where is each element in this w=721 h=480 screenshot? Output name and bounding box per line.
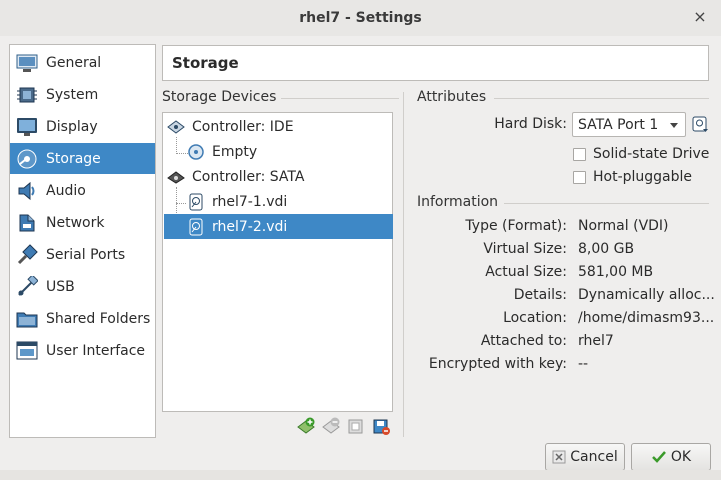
info-value-encrypted: -- xyxy=(578,356,589,372)
hard-disk-select-value: SATA Port 1 xyxy=(578,116,659,133)
info-key-details: Details: xyxy=(513,287,567,303)
info-value-actual-size: 581,00 MB xyxy=(578,264,654,280)
sidebar-item-label: Storage xyxy=(46,150,101,167)
sidebar-item-label: Network xyxy=(46,214,105,231)
sidebar-item-system[interactable]: System xyxy=(10,79,155,110)
serial-ports-icon xyxy=(14,243,40,267)
info-value-attached-to: rhel7 xyxy=(578,333,614,349)
section-divider xyxy=(504,203,709,204)
storage-toolbar xyxy=(296,416,390,436)
controller-icon xyxy=(166,167,186,187)
hot-pluggable-label: Hot-pluggable xyxy=(593,169,693,185)
sidebar-item-label: Audio xyxy=(46,182,86,199)
information-title: Information xyxy=(417,194,499,210)
tree-item-label: rhel7-2.vdi xyxy=(212,218,288,235)
sidebar-item-display[interactable]: Display xyxy=(10,111,155,142)
info-key-virtual-size: Virtual Size: xyxy=(483,241,567,257)
sidebar-item-label: USB xyxy=(46,278,75,295)
tree-item-label: Controller: SATA xyxy=(192,168,305,185)
attributes-title: Attributes xyxy=(417,89,487,105)
storage-devices-title: Storage Devices xyxy=(162,89,277,105)
hard-disk-icon xyxy=(186,217,206,237)
close-icon[interactable]: × xyxy=(691,8,709,26)
controller-icon xyxy=(166,117,186,137)
audio-icon xyxy=(14,179,40,203)
hard-disk-select[interactable]: SATA Port 1 xyxy=(572,112,686,137)
info-key-actual-size: Actual Size: xyxy=(485,264,567,280)
sidebar-item-shared-folders[interactable]: Shared Folders xyxy=(10,303,155,334)
info-value-type: Normal (VDI) xyxy=(578,218,669,234)
hard-disk-icon xyxy=(186,192,206,212)
sidebar-item-network[interactable]: Network xyxy=(10,207,155,238)
choose-disk-icon[interactable] xyxy=(690,114,710,134)
sidebar-item-label: Serial Ports xyxy=(46,246,126,263)
tree-item-rhel7-2-vdi[interactable]: rhel7-2.vdi xyxy=(164,214,393,239)
section-divider xyxy=(281,98,399,99)
display-icon xyxy=(14,115,40,139)
sidebar-item-label: General xyxy=(46,54,102,71)
window-title: rhel7 - Settings xyxy=(299,10,422,26)
chevron-down-icon xyxy=(670,123,678,128)
cancel-label: Cancel xyxy=(570,449,618,465)
background-window-strip xyxy=(0,470,721,480)
sidebar-item-label: Display xyxy=(46,118,98,135)
tree-item-label: Empty xyxy=(212,143,258,160)
info-key-attached-to: Attached to: xyxy=(480,333,567,349)
sidebar-item-storage[interactable]: Storage xyxy=(10,143,155,174)
info-value-location: /home/dimasm93... xyxy=(578,310,715,326)
info-key-location: Location: xyxy=(503,310,567,326)
add-controller-icon[interactable] xyxy=(296,416,315,435)
network-icon xyxy=(14,211,40,235)
sidebar-item-label: User Interface xyxy=(46,342,146,359)
section-divider xyxy=(494,98,709,99)
info-value-virtual-size: 8,00 GB xyxy=(578,241,635,257)
usb-icon xyxy=(14,275,40,299)
sidebar-item-user-interface[interactable]: User Interface xyxy=(10,335,155,366)
tree-item-rhel7-1-vdi[interactable]: rhel7-1.vdi xyxy=(164,189,393,214)
sidebar-item-audio[interactable]: Audio xyxy=(10,175,155,206)
checkmark-icon xyxy=(651,450,667,464)
add-attachment-icon[interactable] xyxy=(346,416,365,435)
hard-disk-label: Hard Disk: xyxy=(494,116,567,132)
ok-label: OK xyxy=(670,449,692,465)
solid-state-drive-label: Solid-state Drive xyxy=(593,146,710,162)
system-icon xyxy=(14,83,40,107)
remove-attachment-icon[interactable] xyxy=(371,416,390,435)
tree-item-empty-optical[interactable]: Empty xyxy=(164,139,393,164)
optical-disc-icon xyxy=(186,142,206,162)
tree-item-controller-ide[interactable]: Controller: IDE xyxy=(164,114,393,139)
info-key-type: Type (Format): xyxy=(465,218,567,234)
tree-item-label: Controller: IDE xyxy=(192,118,294,135)
info-key-encrypted: Encrypted with key: xyxy=(428,356,567,372)
checkbox-box xyxy=(573,170,586,184)
checkbox-box xyxy=(573,147,586,161)
hot-pluggable-checkbox[interactable]: Hot-pluggable xyxy=(573,169,692,185)
shared-folders-icon xyxy=(14,307,40,331)
title-bar: rhel7 - Settings × xyxy=(0,0,721,36)
sidebar-item-usb[interactable]: USB xyxy=(10,271,155,302)
ok-button[interactable]: OK xyxy=(631,443,711,471)
solid-state-drive-checkbox[interactable]: Solid-state Drive xyxy=(573,146,709,162)
cancel-icon xyxy=(552,450,566,464)
storage-tree[interactable]: Controller: IDE Empty Controller: SATA r… xyxy=(162,112,393,412)
page-title: Storage xyxy=(162,45,709,81)
sidebar-item-general[interactable]: General xyxy=(10,47,155,78)
cancel-button[interactable]: Cancel xyxy=(545,443,625,471)
settings-sidebar: General System Display Storage Audio Net… xyxy=(9,44,156,438)
general-icon xyxy=(14,51,40,75)
tree-item-label: rhel7-1.vdi xyxy=(212,193,288,210)
tree-item-controller-sata[interactable]: Controller: SATA xyxy=(164,164,393,189)
storage-icon xyxy=(14,147,40,171)
sidebar-item-label: System xyxy=(46,86,99,103)
remove-controller-icon[interactable] xyxy=(321,416,340,435)
user-interface-icon xyxy=(14,339,40,363)
info-value-details: Dynamically alloc... xyxy=(578,287,715,303)
sidebar-item-label: Shared Folders xyxy=(46,310,151,327)
sidebar-item-serial-ports[interactable]: Serial Ports xyxy=(10,239,155,270)
